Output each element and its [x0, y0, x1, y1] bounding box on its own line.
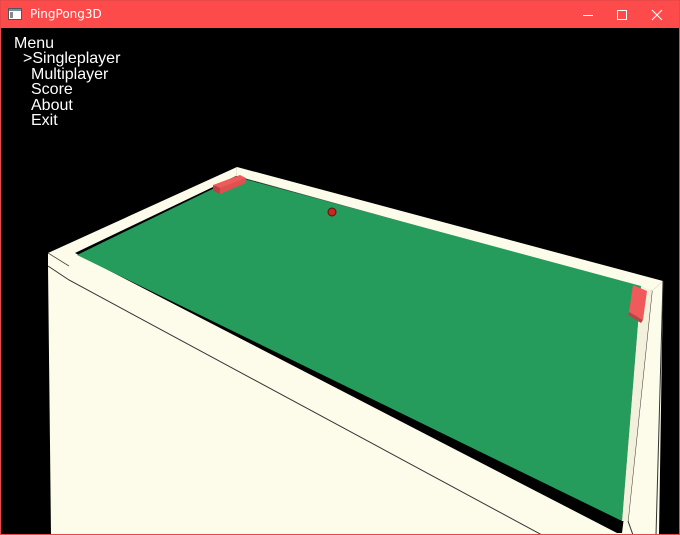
- game-window: PingPong3D Menu >Singleplayer Multiplaye…: [0, 0, 680, 535]
- menu-item-exit[interactable]: Exit: [14, 112, 120, 130]
- menu-item-singleplayer[interactable]: >Singleplayer: [14, 51, 120, 67]
- menu-item-label: Exit: [31, 112, 58, 130]
- window-title: PingPong3D: [30, 7, 102, 21]
- menu-title: Menu: [14, 35, 55, 52]
- maximize-icon: [617, 10, 627, 20]
- menu-list: >Singleplayer Multiplayer Score About Ex…: [14, 51, 120, 130]
- app-icon: [8, 8, 22, 20]
- ball: [327, 207, 337, 217]
- menu-item-score[interactable]: Score: [14, 82, 120, 98]
- menu-item-multiplayer[interactable]: Multiplayer: [14, 66, 120, 82]
- menu-item-about[interactable]: About: [14, 97, 120, 113]
- title-bar[interactable]: PingPong3D: [1, 1, 679, 28]
- close-button[interactable]: [634, 1, 679, 28]
- close-icon: [651, 9, 663, 21]
- minimize-icon: [583, 15, 593, 16]
- main-menu: Menu >Singleplayer Multiplayer Score Abo…: [14, 35, 120, 130]
- game-viewport[interactable]: Menu >Singleplayer Multiplayer Score Abo…: [1, 28, 679, 534]
